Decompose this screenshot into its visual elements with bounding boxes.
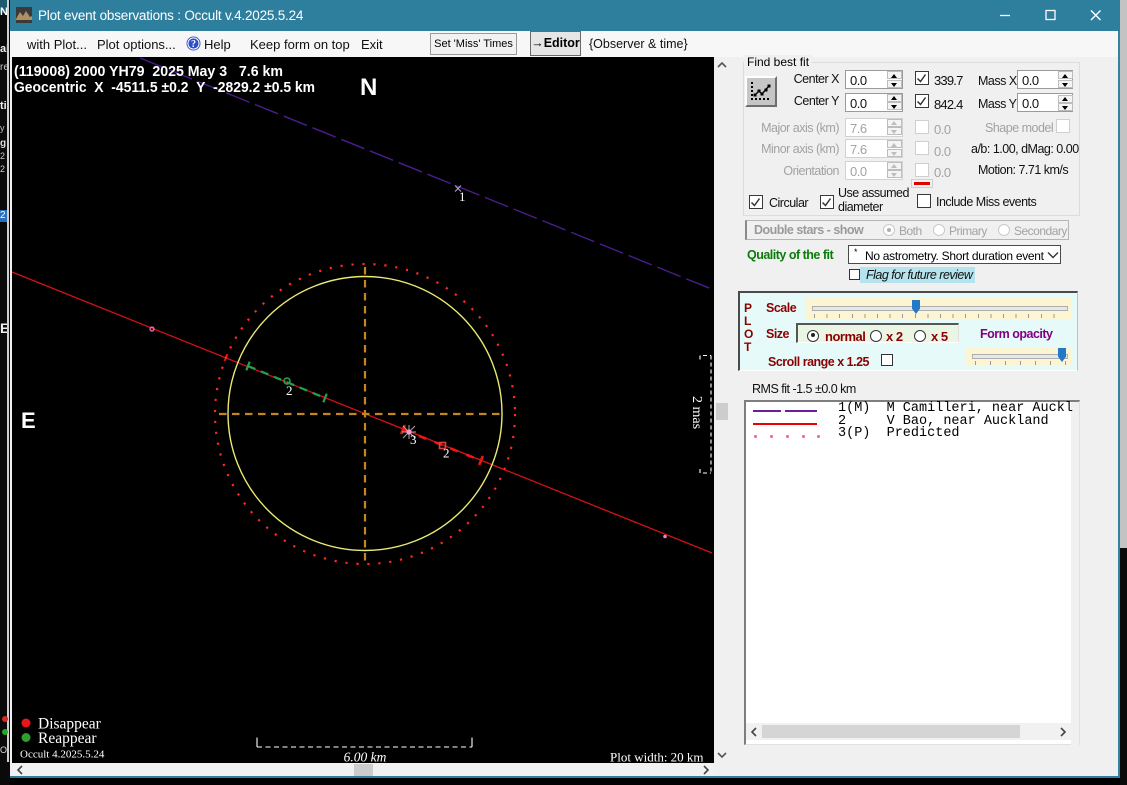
svg-text:2: 2	[286, 383, 293, 398]
svg-text:Reappear: Reappear	[38, 730, 97, 747]
svg-text:1: 1	[459, 189, 466, 204]
svg-text:Geocentric X -4511.5 ±0.2 Y: Geocentric X -4511.5 ±0.2 Y -2829.2 ±0.5…	[14, 80, 315, 96]
svg-text:2: 2	[443, 446, 450, 461]
svg-text:?: ?	[191, 39, 196, 50]
svg-text:E: E	[21, 408, 36, 433]
svg-text:Occult 4.2025.5.24: Occult 4.2025.5.24	[20, 749, 105, 761]
svg-text:6.00 km: 6.00 km	[344, 750, 387, 764]
svg-text:2 mas: 2 mas	[689, 396, 704, 429]
svg-text:3: 3	[410, 432, 417, 447]
svg-text:(119008) 2000 YH79 2025 May 3: (119008) 2000 YH79 2025 May 3 7.6 km	[14, 64, 283, 80]
svg-text:N: N	[360, 74, 377, 101]
svg-text:Plot width: 20 km: Plot width: 20 km	[610, 750, 704, 764]
